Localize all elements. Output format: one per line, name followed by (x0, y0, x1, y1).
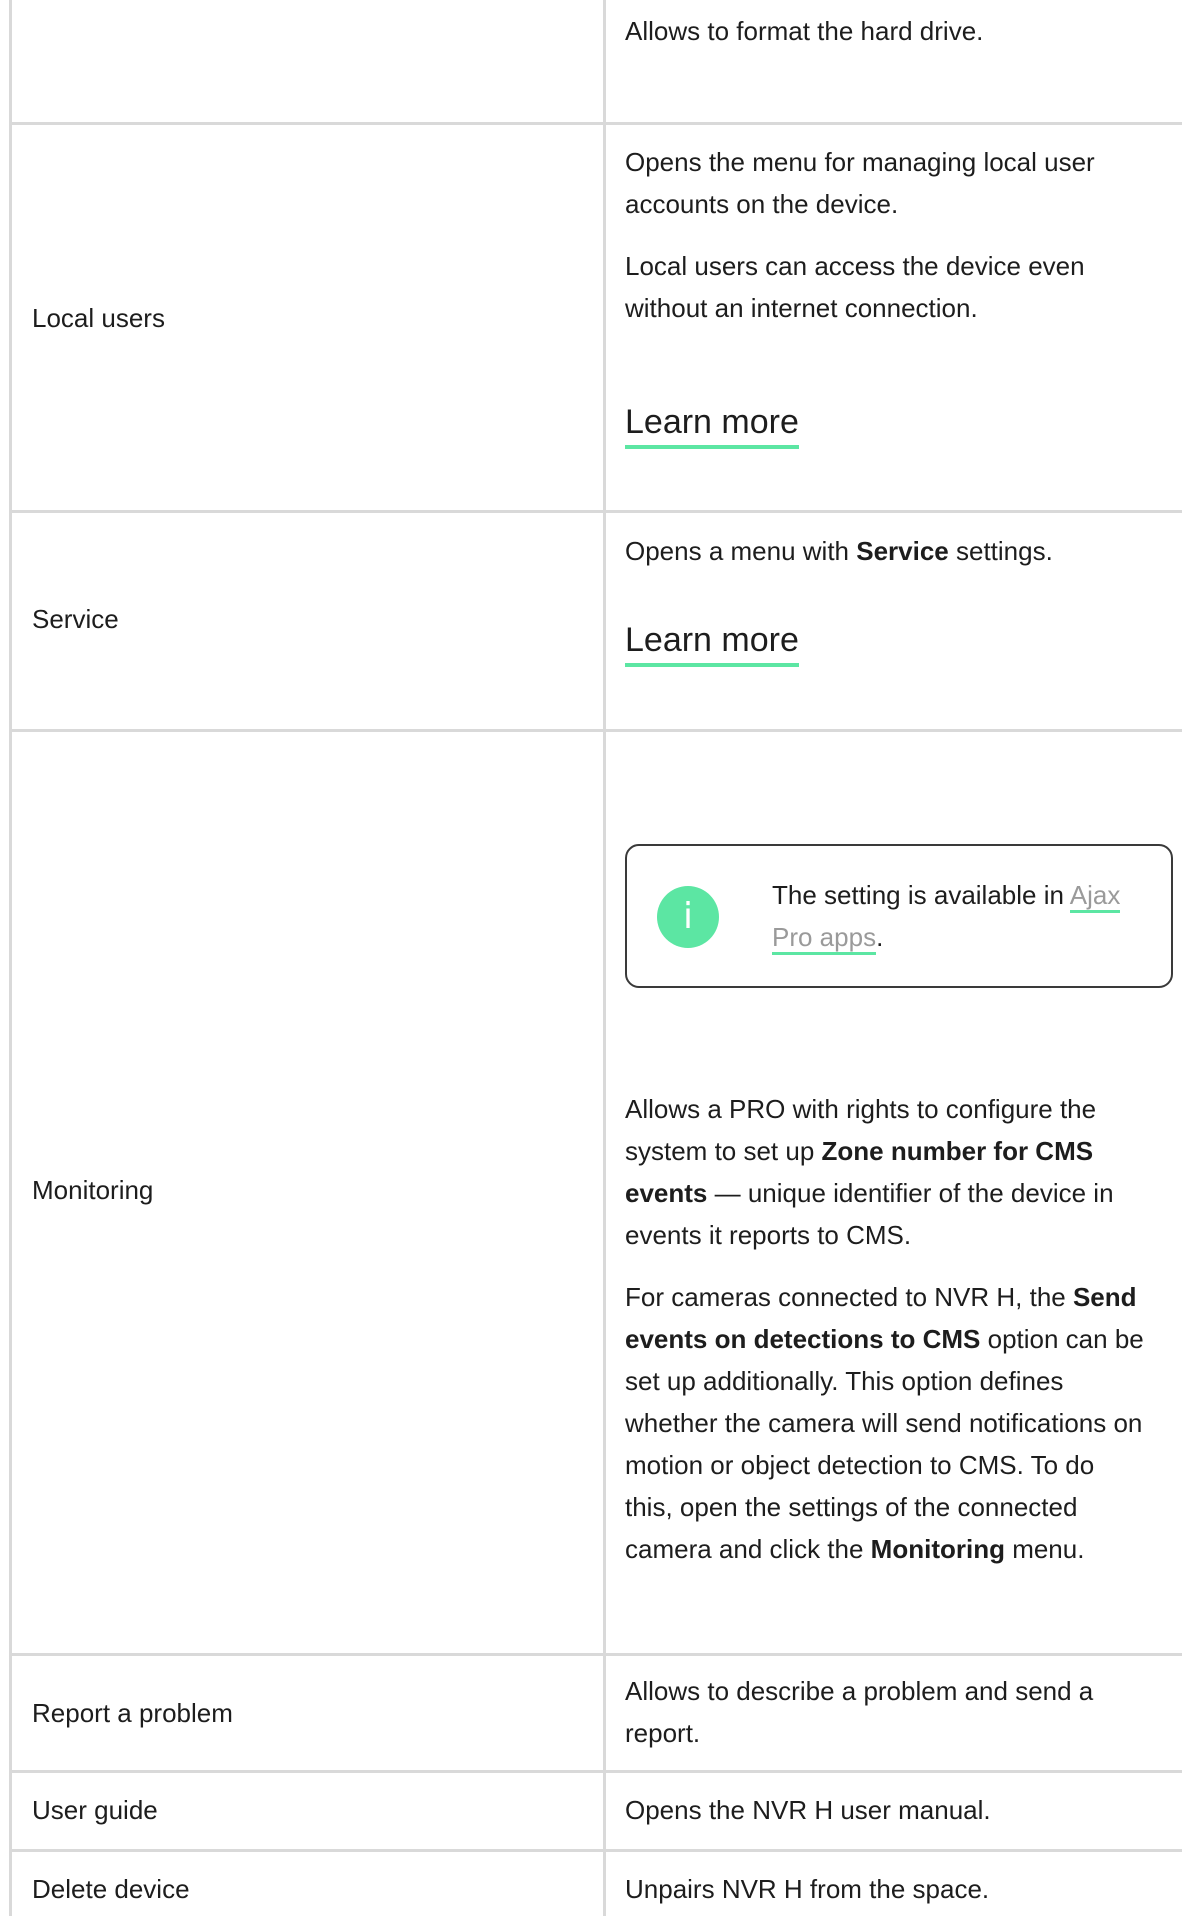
notice-text: The setting is available in Ajax Pro app… (772, 874, 1152, 958)
info-icon: i (657, 886, 719, 948)
row-divider (9, 729, 1182, 732)
monitoring-paragraph: For cameras connected to NVR H, the Send… (625, 1276, 1145, 1570)
monitoring-description: Allows a PRO with rights to configure th… (625, 1088, 1145, 1570)
settings-table: Allows to format the hard drive. Local u… (0, 0, 1182, 1916)
service-learn-more-link[interactable]: Learn more (625, 619, 799, 667)
delete-device-label: Delete device (32, 1874, 190, 1904)
monitoring-text: option can be set up additionally. This … (625, 1324, 1144, 1564)
user-guide-description: Opens the NVR H user manual. (625, 1795, 991, 1825)
row-divider (9, 1770, 1182, 1773)
row-divider (9, 510, 1182, 513)
format-drive-description: Allows to format the hard drive. (625, 16, 984, 46)
local-users-label: Local users (32, 303, 165, 333)
info-notice: i The setting is available in Ajax Pro a… (625, 844, 1173, 988)
local-users-paragraph: Local users can access the device even w… (625, 251, 1085, 323)
notice-text-part: . (876, 922, 884, 952)
service-desc-bold: Service (856, 536, 949, 566)
local-users-paragraph: Opens the menu for managing local user a… (625, 147, 1095, 219)
service-desc-text: Opens a menu with (625, 536, 857, 566)
table-column-divider (603, 0, 606, 1916)
service-desc-text: settings. (948, 536, 1053, 566)
monitoring-text: For cameras connected to NVR H, the (625, 1282, 1073, 1312)
service-label: Service (32, 604, 119, 634)
monitoring-bold: Monitoring (870, 1534, 1005, 1564)
delete-device-description: Unpairs NVR H from the space. (625, 1874, 990, 1904)
table-left-border (9, 0, 12, 1916)
monitoring-label: Monitoring (32, 1175, 154, 1205)
user-guide-label: User guide (32, 1795, 158, 1825)
row-divider (9, 1653, 1182, 1656)
monitoring-text: menu. (1004, 1534, 1085, 1564)
service-description: Opens a menu with Service settings. (625, 530, 1145, 572)
report-problem-label: Report a problem (32, 1698, 233, 1728)
notice-text-part: The setting is available in (772, 880, 1070, 910)
report-problem-description: Allows to describe a problem and send a … (625, 1676, 1094, 1748)
local-users-description: Opens the menu for managing local user a… (625, 141, 1145, 329)
local-users-learn-more-link[interactable]: Learn more (625, 401, 799, 449)
row-divider (9, 1849, 1182, 1852)
row-divider (9, 122, 1182, 125)
monitoring-paragraph: Allows a PRO with rights to configure th… (625, 1088, 1145, 1256)
